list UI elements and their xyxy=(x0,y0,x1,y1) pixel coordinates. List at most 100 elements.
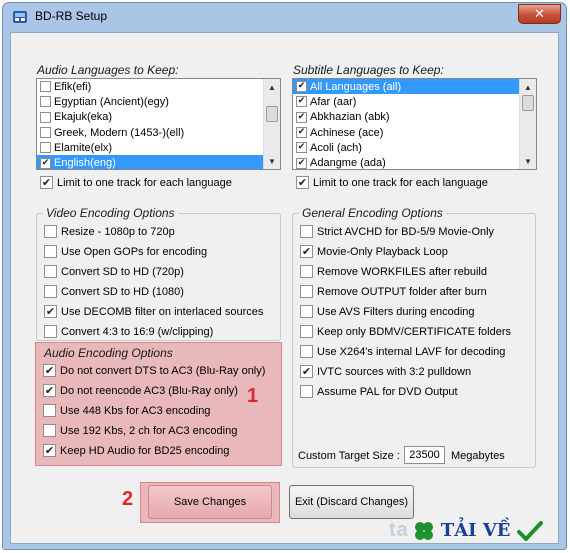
list-item[interactable]: ✔ Acoli (ach) xyxy=(293,140,536,155)
checkmark-icon[interactable] xyxy=(40,111,51,123)
list-item[interactable]: Greek, Modern (1453-)(ell) xyxy=(37,125,280,140)
option-row[interactable]: Assume PAL for DVD Output xyxy=(300,385,458,398)
audio-encoding-title: Audio Encoding Options xyxy=(44,346,173,360)
checkmark-icon[interactable]: ✔ xyxy=(43,364,56,377)
option-row[interactable]: Use 192 Kbs, 2 ch for AC3 encoding xyxy=(43,424,237,437)
audio-list-scrollbar[interactable]: ▲ ▼ xyxy=(263,79,280,169)
option-row[interactable]: ✔ Use DECOMB filter on interlaced sources xyxy=(44,305,263,318)
save-changes-button[interactable]: Save Changes xyxy=(148,485,272,519)
clover-icon xyxy=(414,521,433,540)
checkmark-icon[interactable]: ✔ xyxy=(296,176,309,189)
window-title: BD-RB Setup xyxy=(35,9,108,23)
list-item-label: Elamite(elx) xyxy=(54,141,113,154)
checkmark-icon[interactable] xyxy=(43,404,56,417)
option-row[interactable]: Use X264's internal LAVF for decoding xyxy=(300,345,505,358)
option-row[interactable]: ✔ Do not convert DTS to AC3 (Blu-Ray only… xyxy=(43,364,265,377)
option-row[interactable]: ✔ Do not reencode AC3 (Blu-Ray only) xyxy=(43,384,238,397)
checkmark-icon[interactable] xyxy=(300,305,313,318)
checkmark-icon[interactable]: ✔ xyxy=(43,444,56,457)
checkmark-icon[interactable] xyxy=(300,225,313,238)
checkmark-icon[interactable]: ✔ xyxy=(40,176,53,189)
checkmark-icon[interactable]: ✔ xyxy=(296,81,307,93)
list-item-label: Abkhazian (abk) xyxy=(310,111,390,124)
option-row[interactable]: Strict AVCHD for BD-5/9 Movie-Only xyxy=(300,225,494,238)
list-item[interactable]: Efik(efi) xyxy=(37,79,280,94)
checkmark-icon[interactable] xyxy=(300,345,313,358)
exit-discard-button[interactable]: Exit (Discard Changes) xyxy=(289,485,414,519)
option-row[interactable]: Convert SD to HD (1080) xyxy=(44,285,184,298)
option-row[interactable]: Use 448 Kbs for AC3 encoding xyxy=(43,404,210,417)
option-row[interactable]: Resize - 1080p to 720p xyxy=(44,225,175,238)
target-size-unit: Megabytes xyxy=(451,450,505,462)
checkmark-icon[interactable] xyxy=(300,285,313,298)
checkmark-icon[interactable]: ✔ xyxy=(296,142,307,154)
scroll-thumb[interactable] xyxy=(522,95,534,111)
option-row[interactable]: Use Open GOPs for encoding xyxy=(44,245,207,258)
target-size-input[interactable]: 23500 xyxy=(404,446,445,464)
list-item-label: Acoli (ach) xyxy=(310,141,362,154)
option-row[interactable]: Convert SD to HD (720p) xyxy=(44,265,184,278)
option-label: Use X264's internal LAVF for decoding xyxy=(317,345,506,358)
subtitle-limit-option[interactable]: ✔ Limit to one track for each language xyxy=(296,176,488,189)
subtitle-list-scrollbar[interactable]: ▲ ▼ xyxy=(519,79,536,169)
checkmark-icon[interactable]: ✔ xyxy=(296,111,307,123)
checkmark-icon[interactable]: ✔ xyxy=(40,157,51,169)
list-item[interactable]: Egyptian (Ancient)(egy) xyxy=(37,94,280,109)
option-label: Do not reencode AC3 (Blu-Ray only) xyxy=(60,384,238,397)
close-button[interactable]: ✕ xyxy=(518,4,561,24)
scroll-down-icon[interactable]: ▼ xyxy=(264,153,280,169)
option-row[interactable]: Remove OUTPUT folder after burn xyxy=(300,285,487,298)
checkmark-icon[interactable] xyxy=(300,385,313,398)
checkmark-icon[interactable]: ✔ xyxy=(44,305,57,318)
option-row[interactable]: Keep only BDMV/CERTIFICATE folders xyxy=(300,325,511,338)
list-item[interactable]: ✔ Adangme (ada) xyxy=(293,155,536,169)
checkmark-icon[interactable]: ✔ xyxy=(300,245,313,258)
checkmark-icon[interactable] xyxy=(44,265,57,278)
list-item[interactable]: ✔ Afar (aar) xyxy=(293,94,536,109)
checkmark-icon[interactable]: ✔ xyxy=(43,384,56,397)
list-item-label: Achinese (ace) xyxy=(310,126,384,139)
scroll-thumb[interactable] xyxy=(266,106,278,122)
scroll-down-icon[interactable]: ▼ xyxy=(520,153,536,169)
checkmark-icon[interactable] xyxy=(40,127,51,139)
checkmark-icon[interactable] xyxy=(44,245,57,258)
checkmark-icon[interactable]: ✔ xyxy=(300,365,313,378)
list-item[interactable]: Ekajuk(eka) xyxy=(37,110,280,125)
checkmark-icon[interactable] xyxy=(40,142,51,154)
scroll-up-icon[interactable]: ▲ xyxy=(520,79,536,95)
option-row[interactable]: Convert 4:3 to 16:9 (w/clipping) xyxy=(44,325,213,338)
checkmark-icon[interactable] xyxy=(40,96,51,108)
option-label: Movie-Only Playback Loop xyxy=(317,245,448,258)
checkmark-icon[interactable]: ✔ xyxy=(296,127,307,139)
checkmark-icon[interactable]: ✔ xyxy=(296,96,307,108)
list-item-label: All Languages (all) xyxy=(310,80,402,93)
audio-languages-list[interactable]: Efik(efi) Egyptian (Ancient)(egy) Ekajuk(e… xyxy=(36,78,281,170)
subtitle-languages-list[interactable]: ✔ All Languages (all) ✔ Afar (aar) ✔ Abkhazia… xyxy=(292,78,537,170)
option-label: Use DECOMB filter on interlaced sources xyxy=(61,305,264,318)
option-row[interactable]: ✔ Movie-Only Playback Loop xyxy=(300,245,448,258)
list-item[interactable]: ✔ Abkhazian (abk) xyxy=(293,110,536,125)
option-row[interactable]: ✔ IVTC sources with 3:2 pulldown xyxy=(300,365,471,378)
option-label: Resize - 1080p to 720p xyxy=(61,225,175,238)
checkmark-icon[interactable] xyxy=(43,424,56,437)
option-row[interactable]: ✔ Keep HD Audio for BD25 encoding xyxy=(43,444,229,457)
checkmark-icon[interactable] xyxy=(44,285,57,298)
list-item[interactable]: ✔ Achinese (ace) xyxy=(293,125,536,140)
list-item[interactable]: Elamite(elx) xyxy=(37,140,280,155)
checkmark-icon[interactable] xyxy=(44,225,57,238)
checkmark-icon[interactable] xyxy=(44,325,57,338)
option-row[interactable]: Use AVS Filters during encoding xyxy=(300,305,475,318)
checkmark-icon[interactable] xyxy=(300,325,313,338)
video-encoding-group: Video Encoding Options Resize - 1080p to… xyxy=(36,206,281,341)
option-row[interactable]: Remove WORKFILES after rebuild xyxy=(300,265,487,278)
list-item[interactable]: ✔ All Languages (all) xyxy=(293,79,536,95)
audio-limit-option[interactable]: ✔ Limit to one track for each language xyxy=(40,176,232,189)
checkmark-icon[interactable]: ✔ xyxy=(296,157,307,169)
list-item[interactable]: ✔ English(eng) xyxy=(37,155,280,169)
scroll-up-icon[interactable]: ▲ xyxy=(264,79,280,95)
checkmark-icon[interactable] xyxy=(300,265,313,278)
list-item-label: Egyptian (Ancient)(egy) xyxy=(54,95,169,108)
checkmark-icon[interactable] xyxy=(40,81,51,93)
target-size-label: Custom Target Size : xyxy=(298,450,400,462)
title-bar[interactable]: BD-RB Setup ✕ xyxy=(3,3,566,31)
